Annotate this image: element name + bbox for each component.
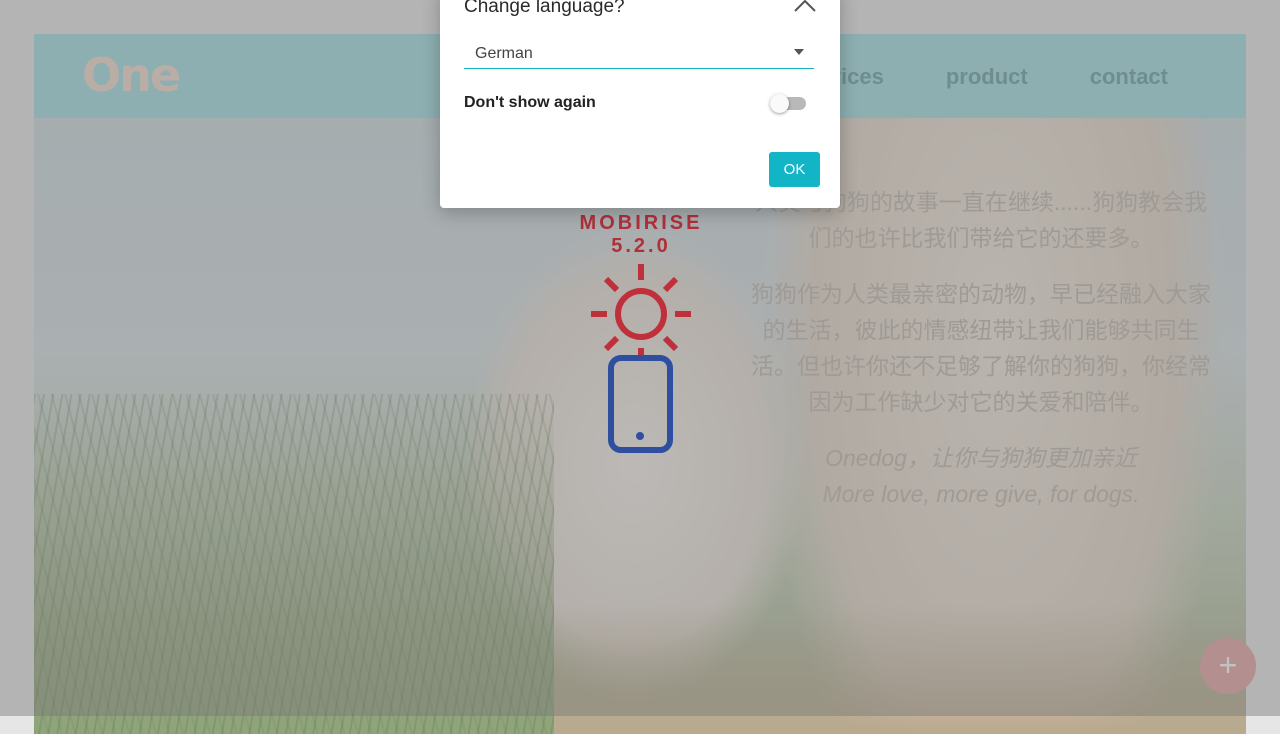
mobirise-title: MOBIRISE 5.2.0 (579, 212, 703, 257)
language-select[interactable]: German (464, 38, 814, 69)
mobirise-badge: MOBIRISE 5.2.0 (546, 212, 736, 459)
toggle-knob (770, 94, 789, 113)
chevron-up-icon (794, 0, 816, 12)
dont-show-toggle[interactable] (770, 94, 806, 113)
mobirise-sun-phone-icon (591, 264, 691, 453)
dropdown-caret-icon (794, 49, 804, 55)
close-button[interactable] (793, 0, 817, 16)
ok-button[interactable]: OK (769, 152, 820, 187)
dont-show-label: Don't show again (464, 94, 596, 111)
dialog-title: Change language? (464, 0, 625, 17)
change-language-dialog: Change language? German Don't show again… (440, 0, 840, 208)
language-select-value: German (475, 45, 533, 62)
